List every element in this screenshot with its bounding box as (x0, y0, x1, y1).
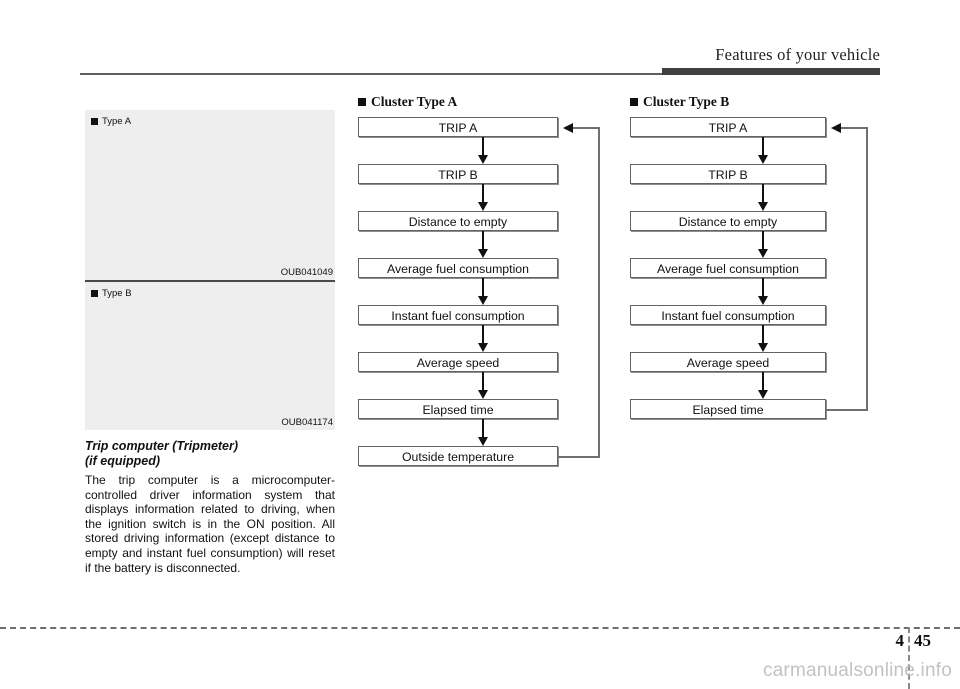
flow-loop-bottom-segment (826, 409, 868, 411)
flow-loop-vertical-segment (866, 127, 868, 411)
flowchart-cluster-type-b: Cluster Type B TRIP A TRIP B Distance to e… (630, 94, 895, 419)
flow-loop-top-segment (840, 127, 868, 129)
flow-loop-top-segment (572, 127, 600, 129)
flow-step-box[interactable]: Average speed (630, 352, 826, 372)
flow-step-box[interactable]: Distance to empty (630, 211, 826, 231)
header-accent-block (662, 68, 880, 75)
flow-arrow-down-icon (630, 372, 895, 399)
flow-step-box[interactable]: Average fuel consumption (630, 258, 826, 278)
square-bullet-icon (630, 97, 638, 106)
flow-arrow-down-icon (630, 184, 895, 211)
flowchart-b-body: TRIP A TRIP B Distance to empty Average fue… (630, 117, 895, 419)
flow-step-box[interactable]: Instant fuel consumption (358, 305, 558, 325)
flow-step-box[interactable]: Elapsed time (630, 399, 826, 419)
figure-type-a-label-text: Type A (102, 116, 132, 127)
section-heading-line2: (if equipped) (85, 453, 160, 468)
section-heading: Trip computer (Tripmeter) (if equipped) (85, 439, 335, 468)
watermark: carmanualsonline.info (762, 660, 952, 681)
figure-type-b-label-text: Type B (102, 288, 132, 299)
flow-loop-bottom-segment (558, 456, 600, 458)
flow-step-box[interactable]: Average fuel consumption (358, 258, 558, 278)
chapter-number: 4 (895, 631, 905, 650)
flow-arrow-down-icon (630, 231, 895, 258)
figure-image-type-a: Type A OUB041049 (85, 110, 335, 280)
section-heading-line1: Trip computer (Tripmeter) (85, 439, 239, 453)
flow-arrow-down-icon (358, 278, 608, 305)
figure-type-b: Type B OUB041174 (85, 282, 335, 430)
flow-arrow-down-icon (630, 137, 895, 164)
page-content: Type A OUB041049 Type B OUB041174 Trip c… (0, 80, 960, 620)
flow-step-box[interactable]: TRIP B (630, 164, 826, 184)
page-header: Features of your vehicle (0, 0, 960, 80)
left-column: Type A OUB041049 Type B OUB041174 Trip c… (85, 110, 335, 575)
flow-step-box[interactable]: TRIP B (358, 164, 558, 184)
flow-step-box[interactable]: TRIP A (630, 117, 826, 137)
square-bullet-icon (91, 290, 98, 297)
flow-arrow-down-icon (358, 184, 608, 211)
figure-type-a-code: OUB041049 (280, 267, 333, 278)
flow-step-box[interactable]: TRIP A (358, 117, 558, 137)
figure-type-a: Type A OUB041049 (85, 110, 335, 282)
figure-type-b-code: OUB041174 (281, 417, 333, 428)
square-bullet-icon (358, 97, 366, 106)
flow-step-box[interactable]: Distance to empty (358, 211, 558, 231)
flow-arrow-down-icon (358, 372, 608, 399)
page-number: 45 (914, 631, 931, 650)
flowchart-b-title-text: Cluster Type B (643, 93, 730, 109)
flowchart-a-body: TRIP A TRIP B Distance to empty Average fue… (358, 117, 608, 466)
footer-vertical-divider (908, 627, 910, 689)
flow-step-box[interactable]: Instant fuel consumption (630, 305, 826, 325)
flow-arrow-down-icon (630, 278, 895, 305)
flowchart-b-title: Cluster Type B (630, 94, 895, 109)
page-title: Features of your vehicle (715, 45, 880, 64)
flow-arrow-down-icon (358, 231, 608, 258)
flow-arrow-down-icon (358, 137, 608, 164)
figure-type-a-label: Type A (91, 116, 131, 127)
square-bullet-icon (91, 118, 98, 125)
flow-arrow-down-icon (358, 419, 608, 446)
flow-step-box[interactable]: Outside temperature (358, 446, 558, 466)
flow-arrow-down-icon (630, 325, 895, 352)
footer-divider (0, 627, 960, 629)
flowchart-a-title: Cluster Type A (358, 94, 608, 109)
figure-image-type-b: Type B OUB041174 (85, 282, 335, 430)
flow-arrow-down-icon (358, 325, 608, 352)
flow-loop-arrowhead-icon (563, 123, 573, 133)
figure-type-b-label: Type B (91, 288, 132, 299)
section-paragraph: The trip computer is a microcomputer-con… (85, 473, 335, 575)
flow-step-box[interactable]: Elapsed time (358, 399, 558, 419)
flowchart-cluster-type-a: Cluster Type A TRIP A TRIP B Distance to e… (358, 94, 608, 466)
flowchart-a-title-text: Cluster Type A (371, 93, 458, 109)
flow-step-box[interactable]: Average speed (358, 352, 558, 372)
flow-loop-arrowhead-icon (831, 123, 841, 133)
